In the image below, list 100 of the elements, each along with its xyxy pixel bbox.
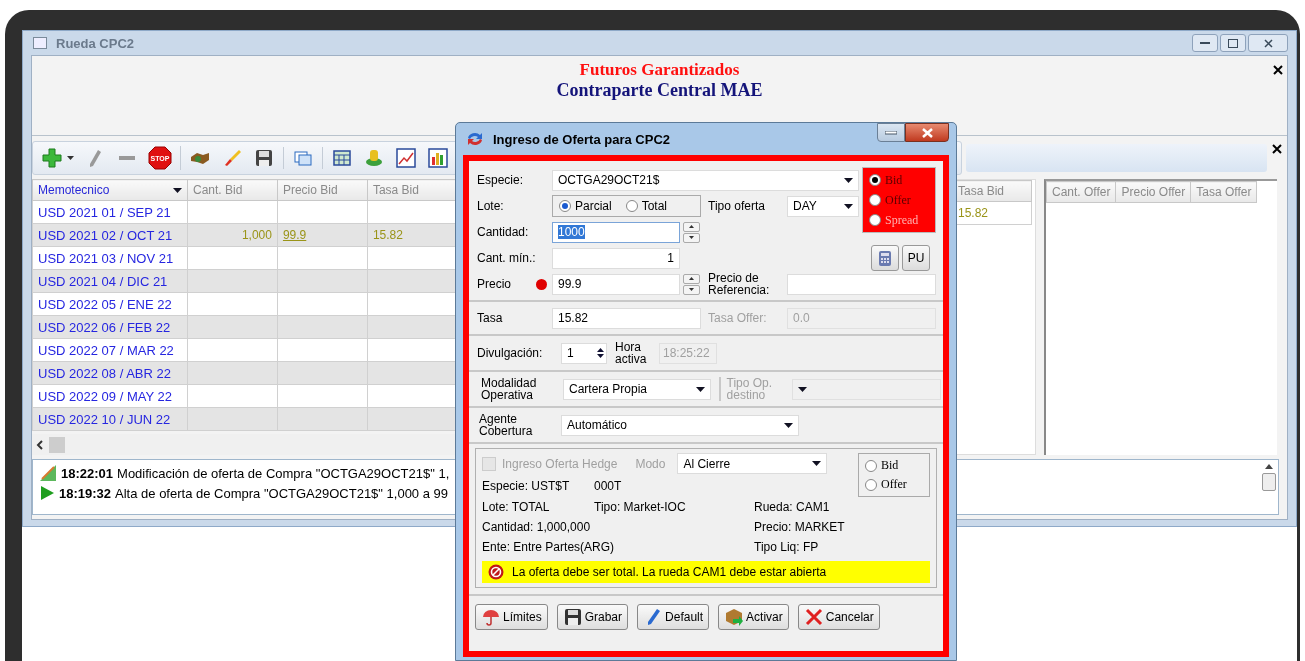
- field-label: Especie:: [477, 173, 525, 187]
- info-text: Tipo: Market-IOC: [594, 500, 687, 514]
- field-label: Cantidad:: [477, 225, 530, 239]
- spin-up-button[interactable]: [683, 221, 700, 232]
- table-cell[interactable]: USD 2021 03 / NOV 21: [32, 246, 188, 270]
- spin-down-button[interactable]: [683, 284, 700, 295]
- tipo-oferta-dropdown[interactable]: DAY: [787, 195, 859, 217]
- radio-option[interactable]: Bid: [869, 172, 929, 188]
- info-text: Cantidad: 1,000,000: [482, 520, 592, 534]
- spin-down-button[interactable]: [683, 232, 700, 243]
- field-label: Tipo Op. destino: [718, 377, 784, 401]
- play-icon: [39, 485, 55, 501]
- minimize-icon: [1200, 41, 1210, 45]
- save-button[interactable]: Grabar: [556, 604, 629, 630]
- table-cell[interactable]: USD 2022 10 / JUN 22: [32, 407, 188, 431]
- modalidad-dropdown[interactable]: Cartera Propia: [563, 378, 711, 400]
- header-subtitle: Contraparte Central MAE: [556, 80, 763, 101]
- table-icon[interactable]: [331, 147, 353, 169]
- table-cell[interactable]: USD 2021 01 / SEP 21: [32, 200, 188, 224]
- caret-icon: [784, 422, 793, 428]
- spin-up-button[interactable]: [683, 273, 700, 284]
- precio-referencia-field[interactable]: [787, 273, 936, 295]
- close-icon[interactable]: [1272, 144, 1282, 154]
- log-message: Modificación de oferta de Compra "OCTGA29OCT21$" 1,: [117, 465, 450, 481]
- caret-icon[interactable]: [67, 156, 74, 160]
- default-button[interactable]: Default: [637, 604, 710, 630]
- line-chart-icon[interactable]: [395, 147, 417, 169]
- caret-icon: [844, 203, 853, 209]
- maximize-icon: [1228, 38, 1238, 48]
- cantidad-field[interactable]: 1000: [552, 221, 680, 243]
- close-button[interactable]: [905, 123, 949, 142]
- info-text: Rueda: CAM1: [754, 500, 831, 514]
- window-menu-icon[interactable]: [33, 37, 47, 49]
- info-text: Precio: MARKET: [754, 520, 846, 534]
- minimize-button[interactable]: [877, 123, 905, 142]
- field-label: Divulgación:: [477, 346, 544, 360]
- column-header[interactable]: Memotecnico: [32, 179, 188, 201]
- table-cell[interactable]: USD 2022 05 / ENE 22: [32, 292, 188, 316]
- field-label: Modalidad Operativa: [480, 377, 538, 401]
- table-cell[interactable]: USD 2022 07 / MAR 22: [32, 338, 188, 362]
- table-cell[interactable]: USD 2022 09 / MAY 22: [32, 384, 188, 408]
- warning-message: La oferta debe ser total. La rueda CAM1 debe estar abierta: [512, 565, 827, 579]
- field-label: Modo: [635, 456, 666, 471]
- scrollbar-thumb[interactable]: [49, 436, 65, 453]
- umbrella-icon: [481, 608, 501, 626]
- cant-min-field[interactable]: 1: [552, 247, 680, 269]
- field-label: Tasa Offer:: [707, 311, 768, 325]
- agente-dropdown[interactable]: Automático: [561, 414, 799, 436]
- field-label: Hora activa: [615, 341, 648, 365]
- minimize-button[interactable]: [1192, 34, 1218, 52]
- cancel-button[interactable]: Cancelar: [797, 604, 880, 630]
- refresh-arrows-icon: [465, 130, 485, 148]
- divulgacion-spinner[interactable]: 1: [561, 342, 607, 364]
- activate-button[interactable]: Activar: [718, 604, 789, 630]
- caret-icon: [173, 187, 182, 193]
- radio-icon[interactable]: [625, 200, 638, 212]
- close-button[interactable]: [1248, 34, 1288, 52]
- calculator-button[interactable]: [871, 245, 899, 271]
- field-label: Agente Cobertura: [478, 413, 534, 437]
- box-arrow-icon: [724, 608, 745, 626]
- log-time: 18:19:32: [59, 485, 112, 501]
- header-title: Futuros Garantizados: [579, 60, 740, 80]
- especie-dropdown[interactable]: OCTGA29OCT21$: [552, 169, 859, 191]
- caret-icon: [695, 386, 705, 392]
- up-arrow-icon: [689, 277, 694, 280]
- limits-button[interactable]: Límites: [475, 604, 548, 630]
- floppy-icon: [562, 608, 583, 626]
- close-icon[interactable]: [1273, 65, 1283, 75]
- radio-option[interactable]: Total: [625, 199, 668, 213]
- prohibited-icon: [488, 564, 504, 580]
- field-label: Cant. mín.:: [477, 251, 537, 265]
- tasa-field[interactable]: 15.82: [552, 307, 701, 329]
- field-label: Lote:: [477, 199, 505, 213]
- precio-field[interactable]: 99.9: [552, 273, 680, 295]
- caret-icon: [844, 177, 853, 183]
- bar-chart-icon[interactable]: [427, 147, 449, 169]
- floppy-icon[interactable]: [253, 147, 275, 169]
- radio-icon[interactable]: [559, 200, 571, 212]
- calculator-icon: [879, 250, 891, 266]
- field-label: Tipo oferta: [707, 199, 766, 213]
- log-time: 18:22:01: [61, 465, 114, 481]
- table-cell[interactable]: USD 2021 02 / OCT 21: [32, 223, 188, 247]
- radio-icon[interactable]: [869, 174, 881, 186]
- coins-icon[interactable]: [363, 147, 385, 169]
- up-arrow-icon: [689, 225, 694, 228]
- scroll-up-icon[interactable]: [1265, 464, 1273, 469]
- scrollbar-thumb[interactable]: [1262, 473, 1276, 491]
- radio-icon[interactable]: [869, 194, 881, 206]
- radio-option[interactable]: Parcial: [559, 199, 612, 213]
- table-cell[interactable]: USD 2021 04 / DIC 21: [32, 269, 188, 293]
- radio-option[interactable]: Offer: [869, 192, 929, 208]
- pencil-ruler-icon: [39, 464, 57, 482]
- maximize-button[interactable]: [1220, 34, 1246, 52]
- down-arrow-icon: [689, 236, 694, 239]
- info-text: Lote: TOTAL: [482, 500, 551, 514]
- table-cell[interactable]: USD 2022 06 / FEB 22: [32, 315, 188, 339]
- scroll-left-icon[interactable]: [36, 439, 43, 450]
- table-cell[interactable]: USD 2022 08 / ABR 22: [32, 361, 188, 385]
- pu-button[interactable]: PU: [902, 245, 930, 271]
- caret-icon: [797, 386, 807, 392]
